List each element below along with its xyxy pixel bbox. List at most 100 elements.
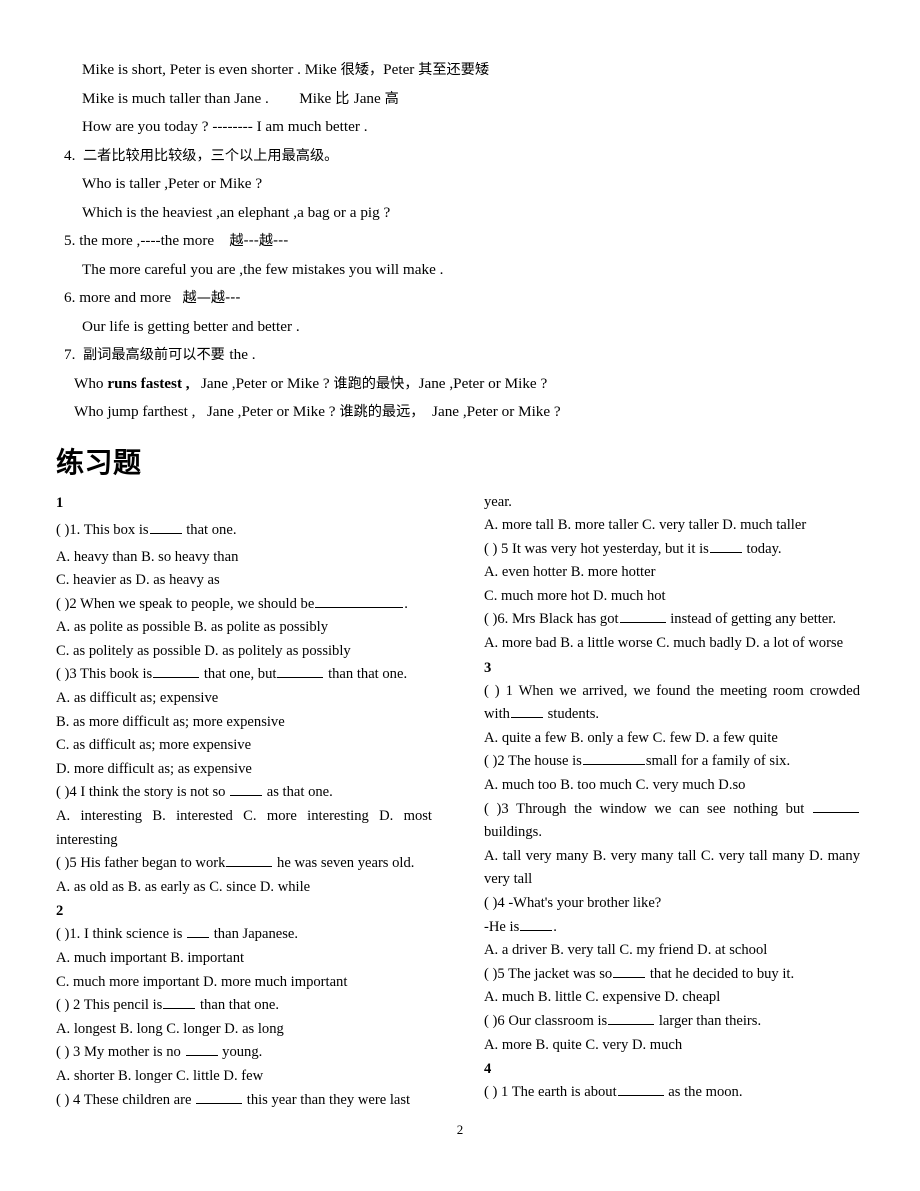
note-line: 6. more and more 越—越--- — [56, 284, 864, 313]
chinese-text: 其至还要矮 — [418, 62, 490, 78]
note-line: The more careful you are ,the few mistak… — [56, 256, 864, 285]
note-line: How are you today ? -------- I am much b… — [56, 113, 864, 142]
answer-option-line[interactable]: year. — [484, 491, 860, 515]
chinese-text: 很矮， — [340, 62, 384, 78]
answer-blank — [709, 538, 742, 553]
question-line[interactable]: ( ) 1 When we arrived, we found the meet… — [484, 680, 860, 727]
exercise-group-number: 4 — [484, 1057, 860, 1081]
answer-blank — [813, 798, 859, 813]
chinese-text: 二者比较用比较级，三个以上用最高级。 — [82, 147, 339, 164]
document-page: Mike is short, Peter is even shorter . M… — [0, 0, 920, 1191]
answer-blank — [226, 853, 273, 868]
answer-option-line[interactable]: A. a driver B. very tall C. my friend D.… — [484, 939, 860, 963]
chinese-text: 高 — [384, 90, 399, 107]
text-run: as that one. — [263, 784, 333, 801]
text-run: A. much too B. too much C. very much D.s… — [484, 777, 746, 794]
answer-blank — [153, 664, 200, 679]
question-line[interactable]: -He is. — [484, 916, 860, 940]
exercise-column-left: 1 ( )1. This box is that one. A. heavy tha… — [56, 491, 432, 1113]
question-line[interactable]: ( ) 2 This pencil is than that one. — [56, 994, 432, 1018]
answer-option-line[interactable]: A. much B. little C. expensive D. cheapl — [484, 986, 860, 1010]
text-run: 7. — [64, 346, 83, 363]
question-line[interactable]: ( )6 Our classroom is larger than theirs… — [484, 1010, 860, 1034]
question-line[interactable]: ( )2 When we speak to people, we should … — [56, 593, 432, 617]
grammar-notes-block: Mike is short, Peter is even shorter . M… — [56, 56, 864, 427]
question-line[interactable]: ( ) 3 My mother is no young. — [56, 1041, 432, 1065]
answer-option-line[interactable]: C. heavier as D. as heavy as — [56, 569, 432, 593]
question-line[interactable]: ( )5 His father began to work he was sev… — [56, 852, 432, 876]
answer-option-line[interactable]: C. as politely as possible D. as politel… — [56, 640, 432, 664]
note-line: 4. 二者比较用比较级，三个以上用最高级。 — [56, 142, 864, 171]
text-run: than that one. — [324, 666, 408, 683]
answer-option-line[interactable]: A. shorter B. longer C. little D. few — [56, 1065, 432, 1089]
answer-option-line[interactable]: B. as more difficult as; more expensive — [56, 711, 432, 735]
answer-option-line[interactable]: A. much important B. important — [56, 947, 432, 971]
text-run: today. — [742, 540, 782, 557]
question-line[interactable]: ( ) 5 It was very hot yesterday, but it … — [484, 538, 860, 562]
answer-option-line[interactable]: A. more tall B. more taller C. very tall… — [484, 514, 860, 538]
text-run: ( )4 -What's your brother like? — [484, 895, 662, 911]
text-run: ( )3 This book is — [56, 666, 153, 683]
text-run: A. a driver B. very tall C. my friend D.… — [484, 942, 768, 959]
text-run: 1 — [56, 494, 64, 511]
text-run: The more careful you are ,the few mistak… — [82, 260, 444, 278]
answer-option-line[interactable]: A. much too B. too much C. very much D.s… — [484, 774, 860, 798]
text-run: How are you today ? -------- I am much b… — [82, 118, 368, 135]
answer-blank — [185, 1042, 218, 1057]
question-line[interactable]: ( )2 The house is small for a family of s… — [484, 750, 860, 774]
question-line[interactable]: ( )6. Mrs Black has got instead of getti… — [484, 608, 860, 632]
answer-blank — [187, 924, 210, 939]
text-run: that one. — [182, 521, 237, 538]
chinese-text: 谁跑的最快， — [333, 375, 419, 392]
answer-blank — [196, 1089, 243, 1104]
text-run: A. shorter B. longer C. little D. few — [56, 1067, 264, 1084]
answer-blank — [149, 519, 182, 534]
text-run: A. much B. little C. expensive D. cheapl — [484, 989, 721, 1006]
text-run: A. as old as B. as early as C. since D. … — [56, 878, 311, 895]
question-line[interactable]: ( )5 The jacket was so that he decided t… — [484, 963, 860, 987]
answer-option-line[interactable]: A. more B. quite C. very D. much — [484, 1034, 860, 1058]
text-run: C. much more hot D. much hot — [484, 587, 666, 604]
question-line[interactable]: ( )1. This box is that one. — [56, 515, 432, 546]
text-run: . — [404, 595, 408, 612]
exercise-group-number: 2 — [56, 899, 432, 923]
answer-option-line[interactable]: A. longest B. long C. longer D. as long — [56, 1018, 432, 1042]
text-run: ( )1. I think science is — [56, 926, 187, 943]
adverb-example-line: Who jump farthest , Jane ,Peter or Mike … — [56, 398, 864, 427]
text-run: Which is the heaviest ,an elephant ,a ba… — [82, 203, 391, 221]
text-run: that one, but — [200, 666, 277, 683]
text-run: D. more difficult as; as expensive — [56, 760, 252, 777]
answer-option-line[interactable]: C. much more important D. more much impo… — [56, 971, 432, 995]
text-run: Who jump farthest , — [74, 403, 196, 420]
answer-option-line[interactable]: A. tall very many B. very many tall C. v… — [484, 845, 860, 892]
note-line: 5. the more ,----the more 越---越--- — [56, 227, 864, 256]
answer-option-line[interactable]: A. quite a few B. only a few C. few D. a… — [484, 727, 860, 751]
text-run: than that one. — [196, 997, 280, 1014]
answer-option-line[interactable]: ( )4 -What's your brother like? — [484, 892, 860, 916]
text-run: A. more tall B. more taller C. very tall… — [484, 517, 807, 534]
question-line[interactable]: ( ) 1 The earth is about as the moon. — [484, 1081, 860, 1105]
question-line[interactable]: ( )4 I think the story is not so as that… — [56, 781, 432, 805]
text-run: 4 — [484, 1061, 492, 1078]
text-run: ( )6 Our classroom is — [484, 1012, 608, 1029]
question-line[interactable]: ( )3 Through the window we can see nothi… — [484, 798, 860, 845]
answer-option-line[interactable]: D. more difficult as; as expensive — [56, 758, 432, 782]
text-run: this year than they were last — [243, 1091, 411, 1108]
answer-option-line[interactable]: A. as old as B. as early as C. since D. … — [56, 876, 432, 900]
question-line[interactable]: ( )3 This book is that one, but than tha… — [56, 663, 432, 687]
answer-blank — [230, 782, 263, 797]
answer-option-line[interactable]: C. much more hot D. much hot — [484, 585, 860, 609]
answer-option-line[interactable]: A. even hotter B. more hotter — [484, 561, 860, 585]
answer-option-line[interactable]: A. as polite as possible B. as polite as… — [56, 616, 432, 640]
question-line[interactable]: ( ) 4 These children are this year than … — [56, 1089, 432, 1113]
text-run: Mike is short, Peter is even shorter . M… — [82, 61, 341, 78]
answer-option-line[interactable]: A. more bad B. a little worse C. much ba… — [484, 632, 860, 656]
answer-option-line[interactable]: A. as difficult as; expensive — [56, 687, 432, 711]
text-run: A. as difficult as; expensive — [56, 690, 219, 707]
text-run: students. — [543, 706, 600, 723]
answer-option-line[interactable]: A. heavy than B. so heavy than — [56, 546, 432, 570]
text-run: as the moon. — [664, 1084, 743, 1101]
question-line[interactable]: ( )1. I think science is than Japanese. — [56, 923, 432, 947]
answer-option-line[interactable]: A. interesting B. interested C. more int… — [56, 805, 432, 852]
answer-option-line[interactable]: C. as difficult as; more expensive — [56, 734, 432, 758]
